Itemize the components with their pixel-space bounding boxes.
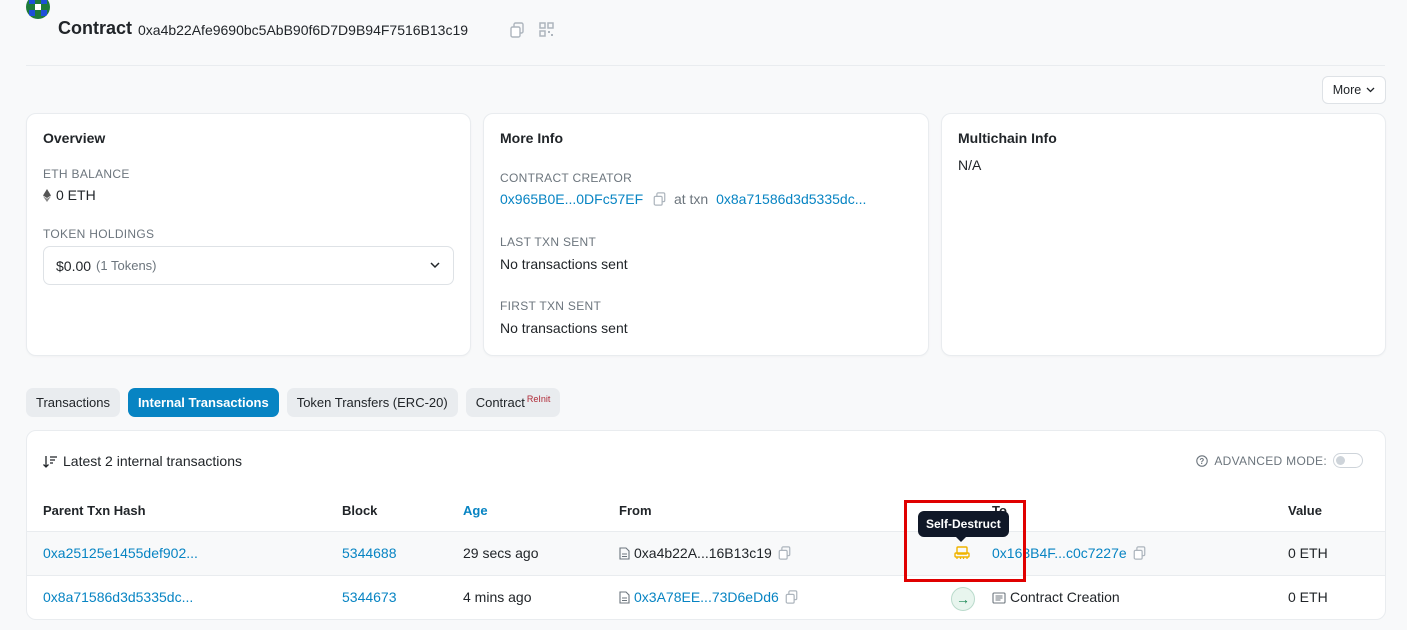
token-holdings-dropdown[interactable]: $0.00 (1 Tokens) [43, 246, 454, 285]
token-count: (1 Tokens) [96, 258, 157, 273]
age-value: 4 mins ago [463, 589, 532, 605]
highlight-box [904, 500, 1026, 582]
contract-avatar-icon [26, 0, 50, 19]
col-from: From [619, 503, 652, 518]
tab-token-transfers[interactable]: Token Transfers (ERC-20) [286, 388, 458, 417]
tab-bar: Transactions Internal Transactions Token… [26, 388, 561, 417]
copy-icon[interactable] [1133, 546, 1146, 560]
overview-card: Overview ETH BALANCE 0 ETH TOKEN HOLDING… [26, 113, 471, 356]
ethereum-icon [43, 188, 51, 202]
arrow-right-icon: → [951, 587, 975, 611]
more-button-label: More [1332, 83, 1362, 97]
col-parent-txn-hash: Parent Txn Hash [43, 503, 146, 518]
col-age[interactable]: Age [463, 503, 488, 518]
tab-contract-label: Contract [475, 395, 525, 410]
multichain-value: N/A [958, 157, 982, 173]
more-info-card: More Info CONTRACT CREATOR 0x965B0E...0D… [483, 113, 929, 356]
reinit-badge: ReInit [526, 393, 551, 404]
multichain-title: Multichain Info [958, 130, 1057, 146]
sort-icon [43, 455, 57, 468]
from-address: 0x3A78EE...73D6eDd6 [619, 589, 798, 605]
panel-summary: Latest 2 internal transactions [43, 453, 242, 469]
col-value: Value [1288, 503, 1322, 518]
copy-icon[interactable] [785, 590, 798, 604]
chevron-down-icon [430, 262, 440, 269]
from-address-text[interactable]: 0xa4b22A...16B13c19 [634, 545, 772, 561]
document-icon [619, 591, 630, 604]
advanced-mode-toggle[interactable] [1333, 453, 1363, 468]
panel-summary-text: Latest 2 internal transactions [63, 453, 242, 469]
from-address: 0xa4b22A...16B13c19 [619, 545, 791, 561]
chevron-down-icon [1366, 87, 1375, 93]
overview-title: Overview [43, 130, 106, 146]
from-address-link[interactable]: 0x3A78EE...73D6eDd6 [634, 589, 779, 605]
table-row: 0x8a71586d3d5335dc... 5344673 4 mins ago… [27, 575, 1385, 619]
age-value: 29 secs ago [463, 545, 539, 561]
document-icon [619, 547, 630, 560]
contract-creation-icon [992, 592, 1006, 604]
page-header: Contract 0xa4b22Afe9690bc5AbB90f6D7D9B94… [26, 0, 1385, 66]
creator-address-link[interactable]: 0x965B0E...0DFc57EF [500, 191, 643, 207]
eth-balance-value: 0 ETH [56, 187, 96, 203]
copy-icon[interactable] [510, 22, 524, 38]
value-cell: 0 ETH [1288, 589, 1328, 605]
qr-code-icon[interactable] [539, 22, 554, 37]
page-title: Contract [58, 18, 133, 38]
eth-balance-label: ETH BALANCE [43, 167, 130, 181]
advanced-mode: ? ADVANCED MODE: [1196, 453, 1363, 468]
last-txn-label: LAST TXN SENT [500, 235, 597, 249]
contract-creator-label: CONTRACT CREATOR [500, 171, 633, 185]
contract-creation-text: Contract Creation [1010, 589, 1120, 605]
eth-balance: 0 ETH [43, 187, 96, 203]
more-dropdown-button[interactable]: More [1322, 76, 1386, 104]
copy-icon[interactable] [653, 192, 666, 206]
contract-creator: 0x965B0E...0DFc57EF at txn 0x8a71586d3d5… [500, 191, 866, 207]
internal-transactions-panel: Latest 2 internal transactions ? ADVANCE… [26, 430, 1386, 620]
token-holdings-label: TOKEN HOLDINGS [43, 227, 155, 241]
more-info-title: More Info [500, 130, 563, 146]
tab-internal-transactions[interactable]: Internal Transactions [127, 388, 279, 417]
svg-text:?: ? [1200, 456, 1205, 465]
help-circle-icon[interactable]: ? [1196, 454, 1209, 467]
block-link[interactable]: 5344688 [342, 545, 397, 561]
tab-contract[interactable]: Contract ReInit [465, 388, 561, 417]
advanced-mode-label: ADVANCED MODE: [1214, 453, 1327, 468]
parent-txn-hash-link[interactable]: 0x8a71586d3d5335dc... [43, 589, 193, 605]
last-txn-value: No transactions sent [500, 256, 628, 272]
creator-txn-link[interactable]: 0x8a71586d3d5335dc... [716, 191, 866, 207]
at-txn-text: at txn [673, 191, 709, 207]
first-txn-label: FIRST TXN SENT [500, 299, 602, 313]
tab-transactions[interactable]: Transactions [26, 388, 120, 417]
parent-txn-hash-link[interactable]: 0xa25125e1455def902... [43, 545, 198, 561]
first-txn-value: No transactions sent [500, 320, 628, 336]
contract-address: 0xa4b22Afe9690bc5AbB90f6D7D9B94F7516B13c… [138, 22, 469, 38]
token-value: $0.00 [56, 257, 92, 274]
to-contract-creation: Contract Creation [992, 589, 1120, 605]
block-link[interactable]: 5344673 [342, 589, 397, 605]
multichain-card: Multichain Info N/A [941, 113, 1386, 356]
value-cell: 0 ETH [1288, 545, 1328, 561]
copy-icon[interactable] [778, 546, 791, 560]
col-block: Block [342, 503, 378, 518]
table-row: 0xa25125e1455def902... 5344688 29 secs a… [27, 531, 1385, 575]
